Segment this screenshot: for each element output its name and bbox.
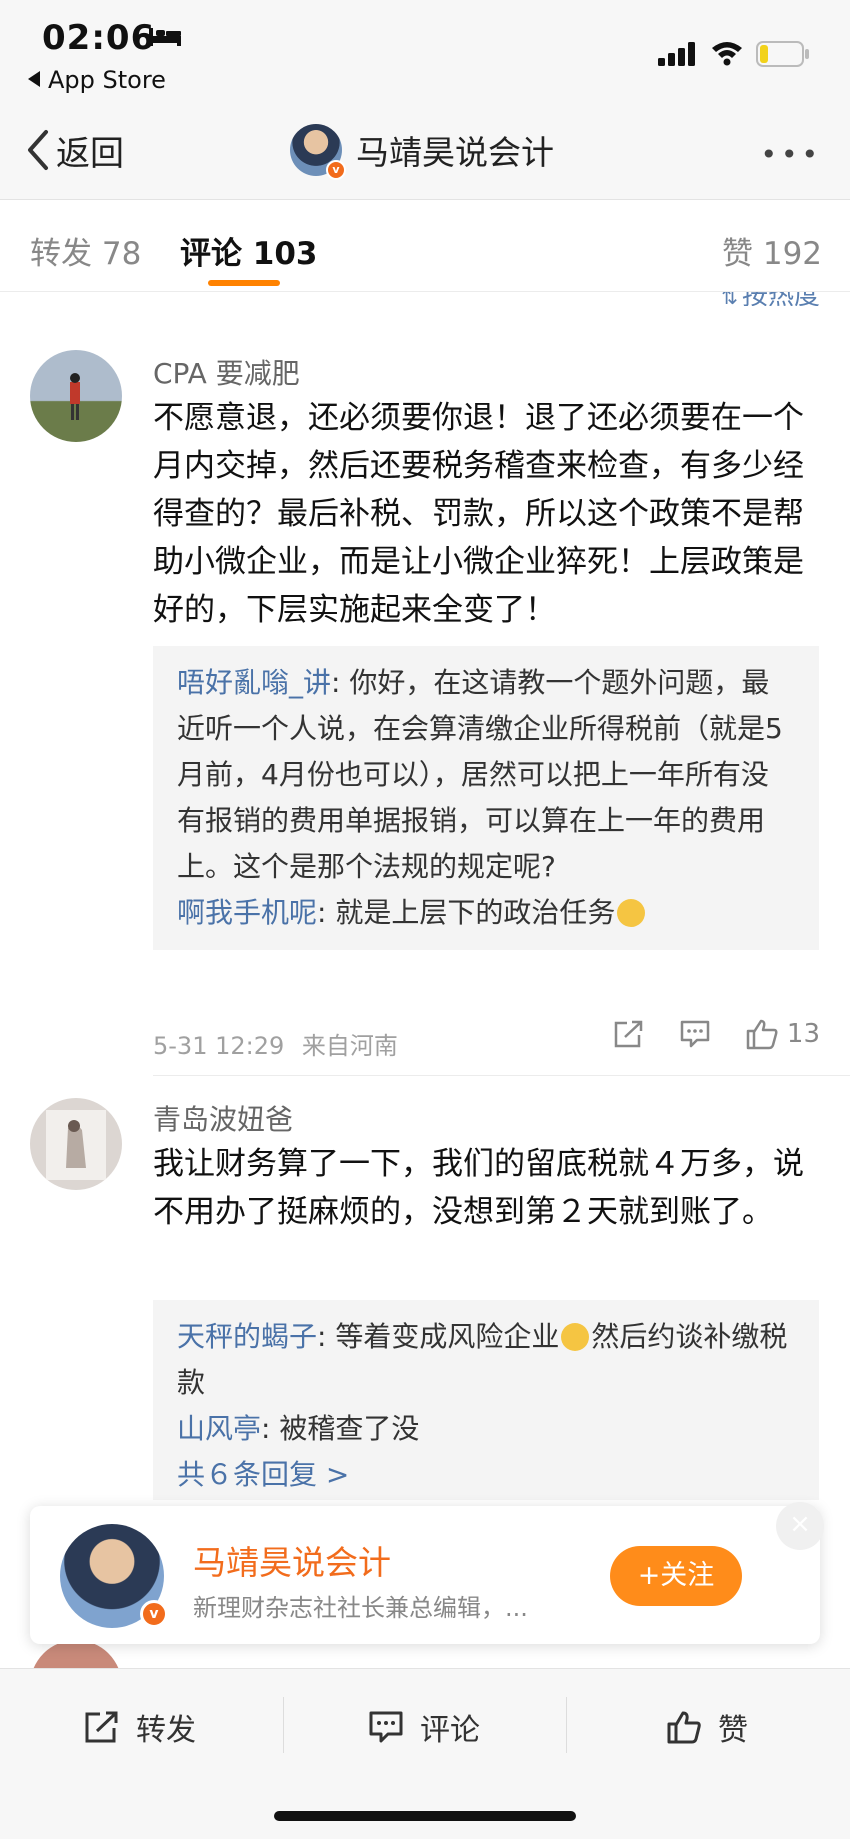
verified-badge-icon: v [326, 160, 346, 180]
bottom-toolbar: 转发 评论 赞 [0, 1668, 850, 1839]
tab-comments[interactable]: 评论 103 [180, 228, 318, 273]
follow-card-name[interactable]: 马靖昊说会计 [193, 1536, 391, 1584]
more-replies-link[interactable]: 共６条回复 > [177, 1452, 795, 1498]
follow-suggestion-card[interactable]: v 马靖昊说会计 新理财杂志社社长兼总编辑，... +关注 × [30, 1502, 824, 1644]
close-icon[interactable]: × [776, 1502, 824, 1550]
thumbs-up-icon [667, 1711, 701, 1744]
sort-icon: ⇅ [721, 292, 738, 306]
laughing-emoji-icon [561, 1323, 590, 1351]
bed-icon [149, 28, 181, 46]
reply-item[interactable]: 天秤的蝎子: 等着变成风险企业 然后约谈补缴税款 [177, 1314, 795, 1406]
back-triangle-icon [28, 71, 40, 87]
reply-item[interactable]: 唔好亂嗡_讲: 你好，在这请教一个题外问题，最近听一个人说，在会算清缴企业所得税… [177, 660, 795, 890]
page-title[interactable]: v 马靖昊说会计 [290, 122, 554, 180]
comment-username[interactable]: CPA 要减肥 [153, 352, 300, 392]
page-title-text: 马靖昊说会计 [356, 133, 554, 172]
like-count: 13 [786, 1019, 820, 1049]
avatar: v [290, 124, 346, 180]
wifi-icon [712, 42, 742, 66]
share-button[interactable] [613, 1019, 645, 1049]
tab-likes[interactable]: 赞 192 [722, 228, 822, 273]
reply-item[interactable]: 啊我手机呢: 就是上层下的政治任务 [177, 890, 795, 936]
more-options-button[interactable]: ••• [760, 138, 822, 171]
back-to-app-store[interactable]: App Store [28, 66, 166, 94]
shrug-emoji-icon [617, 899, 646, 927]
comment-label: 评论 [420, 1713, 480, 1748]
like-button[interactable]: 赞 [666, 1703, 748, 1751]
chevron-left-icon [28, 130, 48, 170]
home-indicator[interactable] [274, 1811, 576, 1821]
sort-label: 按热度 [742, 292, 820, 306]
comment-text: 不愿意退，还必须要你退！退了还必须要在一个月内交掉，然后还要税务稽查来检查，有多… [153, 400, 804, 628]
reply-text: : 等着变成风险企业 [317, 1320, 560, 1353]
comment-icon [369, 1711, 403, 1743]
comment-meta: 5-31 12:29 来自河南 [153, 1026, 398, 1061]
avatar[interactable] [30, 350, 122, 442]
comment-location: 来自河南 [301, 1032, 398, 1060]
reply-text: : 就是上层下的政治任务 [317, 896, 616, 929]
share-icon [85, 1711, 118, 1743]
repost-button[interactable]: 转发 [84, 1703, 196, 1751]
active-tab-indicator [208, 280, 280, 286]
tab-bar: 转发 78 评论 103 赞 192 [0, 200, 850, 292]
reply-text: : 被稽查了没 [261, 1412, 420, 1445]
separator [283, 1697, 284, 1753]
like-label: 赞 [718, 1713, 748, 1748]
comment-text: 我让财务算了一下，我们的留底税就４万多，说不用办了挺麻烦的，没想到第２天就到账了… [153, 1146, 804, 1230]
reply-username[interactable]: 啊我手机呢 [177, 896, 317, 929]
back-app-label: App Store [48, 66, 166, 94]
separator [566, 1697, 567, 1753]
repost-label: 转发 [136, 1713, 196, 1748]
share-icon [614, 1020, 643, 1048]
follow-card-description: 新理财杂志社社长兼总编辑，... [193, 1594, 528, 1622]
back-label: 返回 [56, 133, 124, 174]
like-button[interactable]: 13 [745, 1018, 820, 1050]
avatar[interactable] [30, 1640, 122, 1670]
status-time: 02:06 [42, 18, 156, 58]
status-bar: 02:06 App Store [0, 0, 850, 100]
comment-icon [680, 1020, 710, 1048]
tab-repost[interactable]: 转发 78 [30, 228, 141, 273]
sort-by-hot-button[interactable]: ⇅ 按热度 [721, 292, 820, 306]
person-photo-icon [46, 1110, 106, 1180]
comment-actions: 13 [579, 1018, 820, 1050]
reply-list[interactable]: 天秤的蝎子: 等着变成风险企业 然后约谈补缴税款 山风亭: 被稽查了没 共６条回复… [153, 1300, 819, 1500]
avatar[interactable] [30, 1098, 122, 1190]
next-comment-peek [0, 1640, 850, 1670]
reply-button[interactable] [679, 1019, 711, 1049]
divider [153, 1075, 850, 1076]
reply-item[interactable]: 山风亭: 被稽查了没 [177, 1406, 795, 1452]
comment-time: 5-31 12:29 [153, 1032, 285, 1060]
nav-bar: 返回 v 马靖昊说会计 ••• [0, 100, 850, 200]
comment-button[interactable]: 评论 [368, 1703, 480, 1751]
thumbs-up-icon [746, 1019, 778, 1050]
verified-badge-icon: v [140, 1600, 168, 1628]
follow-button[interactable]: +关注 [610, 1546, 742, 1606]
reply-list[interactable]: 唔好亂嗡_讲: 你好，在这请教一个题外问题，最近听一个人说，在会算清缴企业所得税… [153, 646, 819, 950]
back-button[interactable]: 返回 [24, 126, 124, 174]
reply-username[interactable]: 天秤的蝎子 [177, 1320, 317, 1353]
signal-icon [658, 42, 695, 66]
battery-icon [756, 41, 809, 67]
reply-username[interactable]: 山风亭 [177, 1412, 261, 1445]
person-photo-icon [70, 373, 80, 420]
reply-username[interactable]: 唔好亂嗡_讲 [177, 666, 331, 699]
comment-username[interactable]: 青岛波妞爸 [153, 1098, 293, 1138]
